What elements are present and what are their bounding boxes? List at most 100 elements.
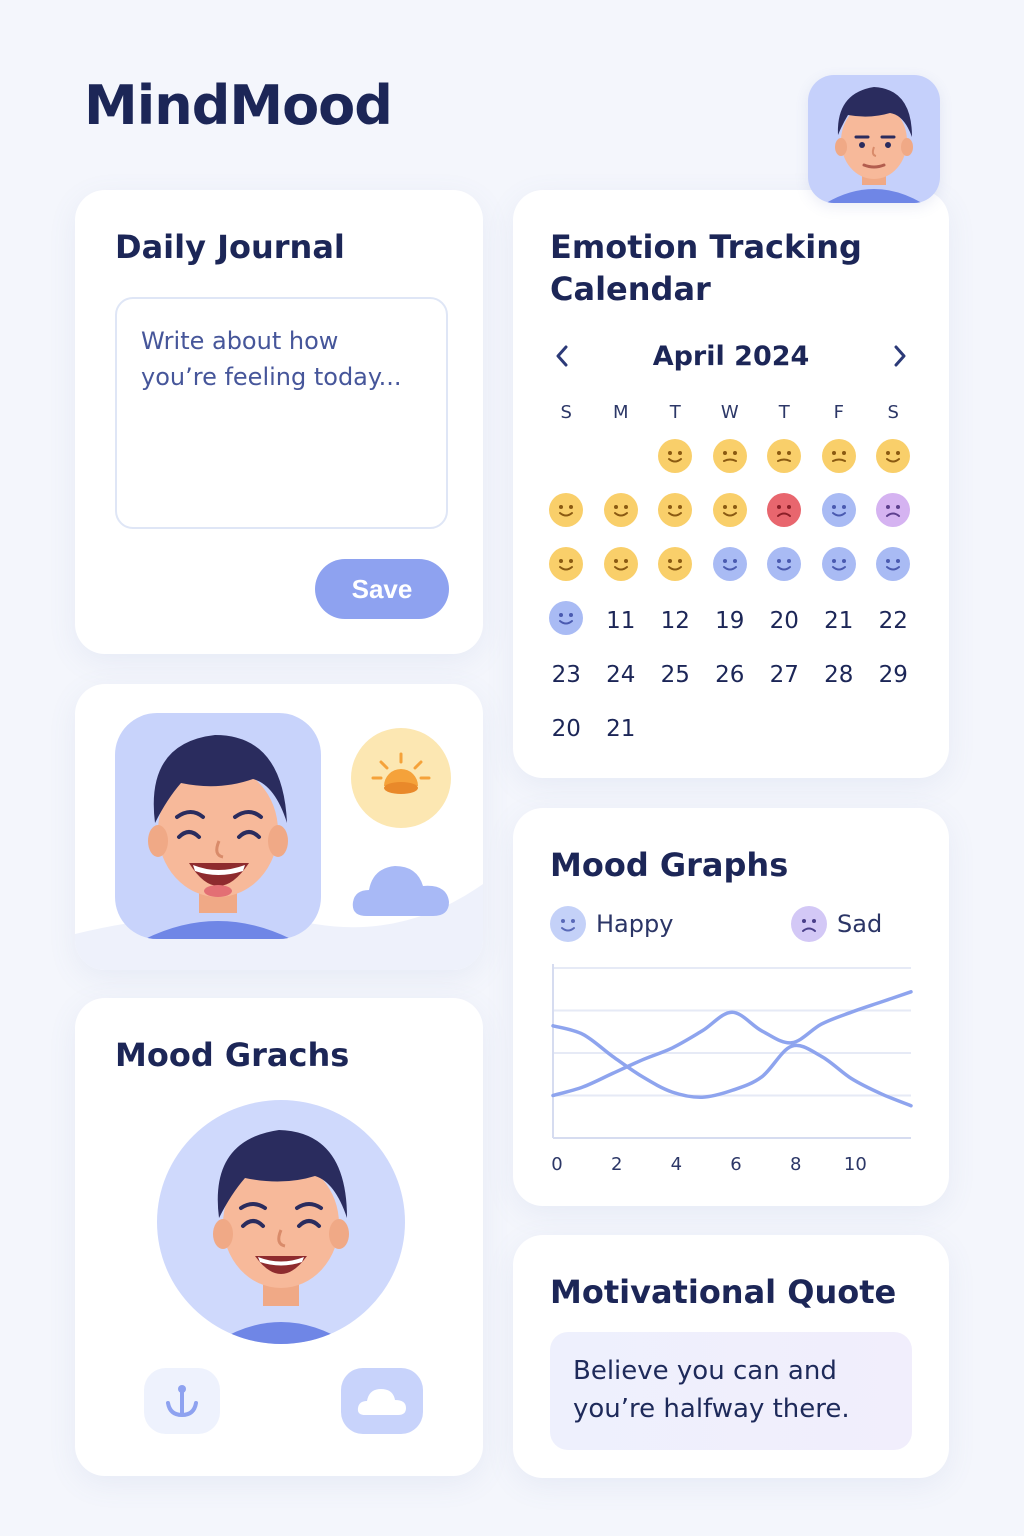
x-tick-label: 2: [611, 1154, 622, 1175]
calm-face-icon: [821, 493, 856, 533]
mood-day-calm[interactable]: [757, 540, 812, 594]
profile-avatar-illustration: [826, 87, 922, 203]
mood-day-happy[interactable]: [648, 432, 703, 486]
calendar-empty-cell: [539, 432, 594, 486]
neutral-face-icon: [821, 439, 856, 479]
quote-title: Motivational Quote: [550, 1273, 897, 1311]
mood-day-calm[interactable]: [866, 540, 921, 594]
calendar-day[interactable]: 21: [812, 594, 867, 648]
mood-day-calm[interactable]: [703, 540, 758, 594]
legend-sad: Sad: [791, 906, 882, 942]
weekday-label: F: [833, 401, 844, 423]
calendar-day[interactable]: 21: [594, 702, 649, 756]
weekday-label: T: [669, 401, 681, 423]
journal-title: Daily Journal: [115, 228, 345, 266]
legend-sad-label: Sad: [837, 910, 883, 938]
sad-face-icon: [791, 906, 827, 942]
mood-day-happy[interactable]: [648, 486, 703, 540]
sun-icon: [351, 728, 451, 828]
anchor-icon: [166, 1385, 198, 1418]
mood-day-happy[interactable]: [594, 540, 649, 594]
calendar-day[interactable]: 27: [757, 648, 812, 702]
weekday-label: T: [778, 401, 790, 423]
x-tick-label: 4: [671, 1154, 682, 1175]
happy-face-icon: [658, 547, 693, 587]
calendar-day[interactable]: 28: [812, 648, 867, 702]
legend-happy-label: Happy: [596, 910, 674, 938]
prev-month-button[interactable]: [550, 336, 574, 376]
profile-avatar[interactable]: [808, 75, 940, 203]
cloud-icon: [357, 1389, 406, 1415]
mood-day-happy[interactable]: [539, 540, 594, 594]
happy-face-icon: [712, 493, 747, 533]
happy-face-icon: [603, 547, 638, 587]
chevron-right-icon: [894, 345, 906, 367]
calm-face-icon: [549, 601, 584, 641]
journal-textarea[interactable]: Write about how you’re feeling today...: [115, 297, 448, 529]
sad-face-icon: [876, 493, 911, 533]
mood-illustration-card: [75, 684, 483, 970]
calendar-day[interactable]: 20: [539, 702, 594, 756]
neutral-face-icon: [767, 439, 802, 479]
calendar-day[interactable]: 20: [757, 594, 812, 648]
mood-day-angry[interactable]: [757, 486, 812, 540]
cloud-button[interactable]: [341, 1368, 423, 1434]
mood-day-calm[interactable]: [812, 486, 867, 540]
legend-happy: Happy: [550, 906, 673, 942]
quote-text: Believe you can and you’re halfway there…: [573, 1356, 850, 1424]
mood-day-calm[interactable]: [812, 540, 867, 594]
mood-day-happy[interactable]: [866, 432, 921, 486]
neutral-face-icon: [712, 439, 747, 479]
daily-journal-card: Daily Journal Write about how you’re fee…: [75, 190, 483, 654]
calendar-day[interactable]: 19: [703, 594, 758, 648]
mood-day-happy[interactable]: [703, 486, 758, 540]
mood-day-happy[interactable]: [594, 486, 649, 540]
calendar-grid: S M T W T F S 11 12 19 20 21 22 23 24 25 26 27 28 29…: [539, 392, 923, 756]
calm-face-icon: [876, 547, 911, 587]
calendar-day[interactable]: 25: [648, 648, 703, 702]
calendar-day[interactable]: 29: [866, 648, 921, 702]
journal-placeholder: Write about how you’re feeling today...: [141, 327, 402, 391]
calendar-day[interactable]: 12: [648, 594, 703, 648]
x-tick-label: 0: [551, 1154, 562, 1175]
calendar-title: Emotion Tracking Calendar: [550, 228, 862, 308]
happy-face-icon: [658, 493, 693, 533]
motivational-quote-card: Motivational Quote Believe you can and y…: [513, 1235, 949, 1478]
weekday-label: W: [720, 401, 739, 423]
mood-day-sad[interactable]: [866, 486, 921, 540]
mood-day-neutral[interactable]: [703, 432, 758, 486]
happy-avatar: [115, 713, 321, 939]
mood-grachs-card: Mood Grachs: [75, 998, 483, 1476]
happy-face-icon: [658, 439, 693, 479]
save-button[interactable]: Save: [315, 559, 449, 619]
next-month-button[interactable]: [888, 336, 912, 376]
chevron-left-icon: [556, 345, 568, 367]
calendar-day[interactable]: 26: [703, 648, 758, 702]
happy-face-illustration: [145, 735, 291, 939]
calm-face-icon: [712, 547, 747, 587]
cloud-icon: [351, 856, 451, 918]
emotion-calendar-card: Emotion Tracking Calendar April 2024 S M…: [513, 190, 949, 778]
mood-day-happy[interactable]: [539, 486, 594, 540]
mood-day-neutral[interactable]: [757, 432, 812, 486]
mood-day-neutral[interactable]: [812, 432, 867, 486]
series-line-happy: [551, 990, 913, 1098]
calendar-nav: April 2024: [550, 336, 912, 376]
x-tick-label: 10: [844, 1154, 867, 1175]
calendar-day[interactable]: 22: [866, 594, 921, 648]
calendar-day[interactable]: 11: [594, 594, 649, 648]
calendar-month-label: April 2024: [653, 341, 810, 372]
app-title: MindMood: [84, 74, 393, 137]
mood-day-calm[interactable]: [539, 594, 594, 648]
calendar-day[interactable]: 23: [539, 648, 594, 702]
happy-face-icon: [549, 547, 584, 587]
happy-face-icon: [549, 493, 584, 533]
calm-face-icon: [821, 547, 856, 587]
x-tick-label: 8: [790, 1154, 801, 1175]
weekday-label: S: [560, 401, 572, 423]
mood-day-happy[interactable]: [648, 540, 703, 594]
mood-graphs-card: Mood Graphs Happy Sad 0 2 4 6 8 10: [513, 808, 949, 1206]
calendar-day[interactable]: 24: [594, 648, 649, 702]
weekday-label: S: [887, 401, 899, 423]
anchor-button[interactable]: [144, 1368, 220, 1434]
